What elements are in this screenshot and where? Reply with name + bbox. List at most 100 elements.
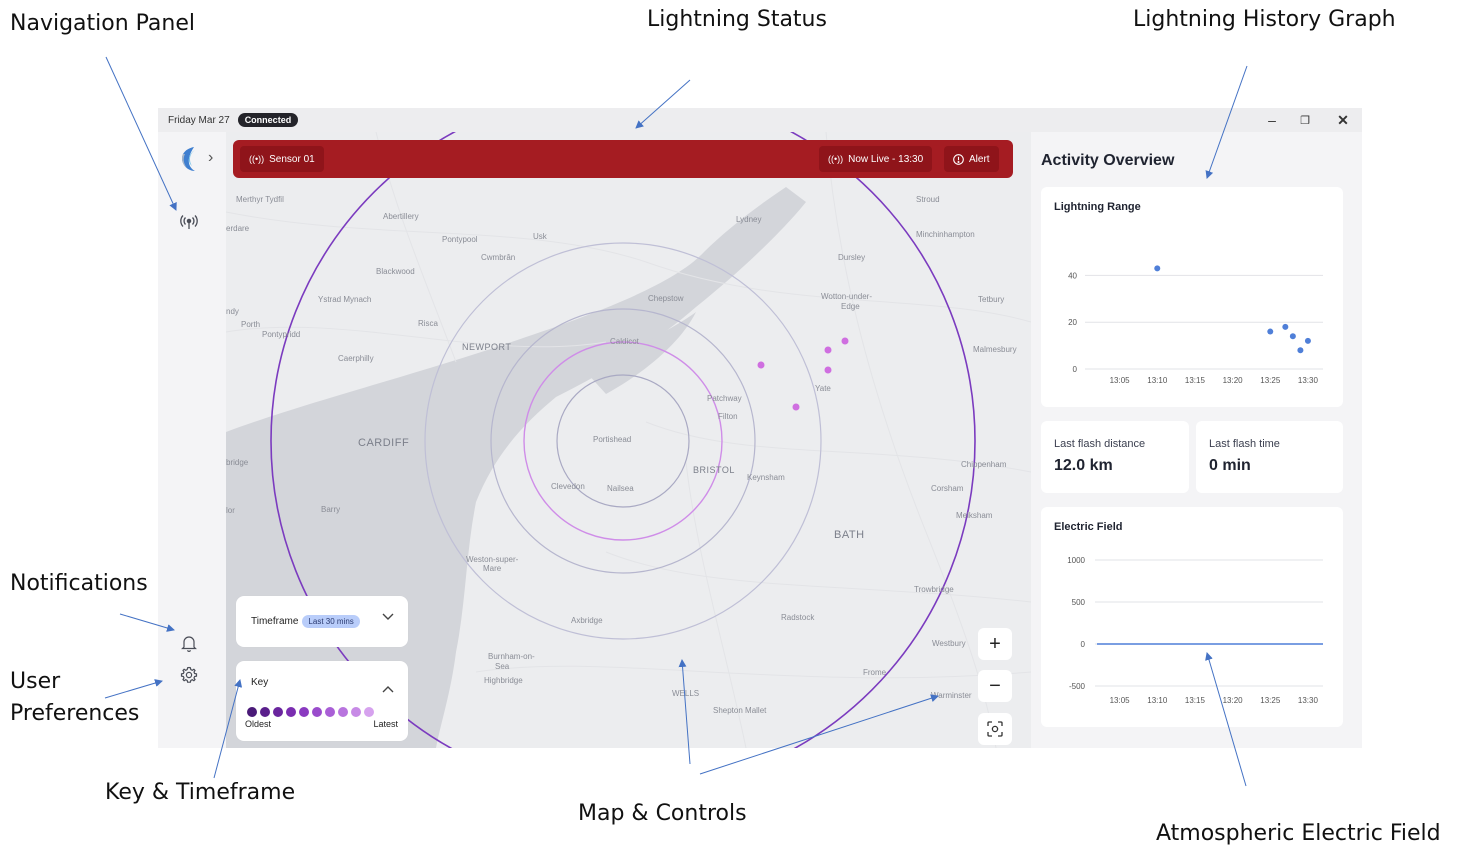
electric-field-chart: 1000 500 0 -500 13:05 13:10 13:15 13:20 13:25 13:…: [1067, 556, 1323, 705]
x-tick-label: 13:10: [1147, 696, 1168, 705]
place-label: Blackwood: [376, 267, 415, 276]
place-label: WELLS: [672, 689, 700, 698]
gear-icon[interactable]: [178, 664, 200, 686]
place-label: Usk: [533, 232, 547, 241]
key-color-dot: [325, 707, 335, 717]
data-point: [1282, 323, 1289, 330]
place-label: Merthyr Tydfil: [236, 195, 284, 204]
live-status-button[interactable]: ((•)) Now Live - 13:30: [819, 146, 933, 172]
place-label: Westbury: [932, 639, 966, 648]
place-label: NEWPORT: [462, 342, 512, 352]
alert-icon: [953, 153, 964, 165]
place-label: ndy: [226, 307, 239, 316]
annotation-key-timeframe: Key & Timeframe: [105, 780, 296, 805]
strike-marker: [792, 403, 800, 411]
timeframe-label: Timeframe: [251, 616, 299, 627]
live-status-label: Now Live - 13:30: [848, 153, 924, 165]
lightning-map[interactable]: Merthyr Tydfil Abertillery Pontypool Usk…: [226, 132, 1031, 748]
chevron-up-icon[interactable]: [382, 680, 394, 698]
place-label: Minchinhampton: [916, 230, 975, 239]
key-color-dot: [299, 707, 309, 717]
place-label: Lydney: [736, 215, 762, 224]
recenter-button[interactable]: [978, 713, 1012, 745]
alert-button[interactable]: Alert: [944, 146, 999, 172]
place-label: Mare: [483, 564, 502, 573]
x-tick-label: 13:05: [1110, 696, 1131, 705]
title-bar: Friday Mar 27 Connected – ❐ ✕: [158, 108, 1362, 132]
last-flash-time-value: 0 min: [1209, 457, 1251, 474]
place-label: lor: [226, 506, 235, 515]
annotation-navigation-panel: Navigation Panel: [10, 11, 196, 36]
place-label: Keynsham: [747, 473, 785, 482]
x-tick-label: 13:25: [1260, 376, 1281, 385]
close-button[interactable]: ✕: [1324, 108, 1362, 132]
key-color-dot: [286, 707, 296, 717]
strike-marker: [841, 337, 849, 345]
y-tick-label: 40: [1068, 271, 1077, 280]
y-tick-label: -500: [1069, 682, 1086, 691]
place-label: Portishead: [593, 435, 632, 444]
place-label: Caerphilly: [338, 354, 374, 363]
antenna-icon[interactable]: [178, 212, 200, 234]
data-point: [1267, 328, 1274, 335]
zoom-out-button[interactable]: −: [978, 670, 1012, 702]
arrow-user-preferences: [104, 679, 163, 699]
key-color-dot: [273, 707, 283, 717]
y-tick-label: 20: [1068, 318, 1077, 327]
date-label: Friday Mar 27: [168, 114, 230, 126]
x-tick-label: 13:05: [1110, 376, 1131, 385]
app-logo-icon[interactable]: [178, 146, 200, 172]
maximize-button[interactable]: ❐: [1286, 108, 1324, 132]
alert-label: Alert: [969, 153, 990, 165]
zoom-in-button[interactable]: +: [978, 628, 1012, 660]
key-color-dot: [312, 707, 322, 717]
bell-icon[interactable]: [178, 632, 200, 654]
key-color-dot: [260, 707, 270, 717]
place-label: Burnham-on-: [488, 652, 535, 661]
place-label: Wotton-under-: [821, 292, 872, 301]
connection-status-badge: Connected: [237, 113, 299, 127]
sensor-button[interactable]: ((•)) Sensor 01: [240, 146, 324, 172]
data-point: [1289, 333, 1296, 340]
key-title: Key: [251, 677, 269, 688]
place-label: Risca: [418, 319, 439, 328]
annotation-lightning-history-graph: Lightning History Graph: [1133, 7, 1396, 32]
sensor-label: Sensor 01: [269, 153, 315, 165]
y-tick-label: 0: [1081, 640, 1086, 649]
x-tick-label: 13:15: [1185, 696, 1206, 705]
x-tick-label: 13:30: [1298, 376, 1319, 385]
place-label: Pontypridd: [262, 330, 301, 339]
place-label: Dursley: [838, 253, 866, 262]
x-tick-label: 13:10: [1147, 376, 1168, 385]
strike-marker: [824, 366, 832, 374]
place-label: Trowbridge: [914, 585, 954, 594]
last-flash-time-card: Last flash time 0 min: [1196, 421, 1343, 493]
place-label: Sea: [495, 662, 510, 671]
annotation-user-preferences-line2: Preferences: [10, 701, 140, 726]
place-label: Patchway: [707, 394, 742, 403]
app-window: Friday Mar 27 Connected – ❐ ✕ › Merthyr …: [158, 108, 1362, 748]
expand-sidebar-button[interactable]: ›: [208, 149, 213, 167]
timeframe-panel[interactable]: Timeframe Last 30 mins: [236, 596, 408, 647]
recenter-icon: [987, 721, 1003, 737]
place-label: Barry: [321, 505, 341, 514]
annotation-notifications: Notifications: [10, 571, 148, 596]
annotation-user-preferences-line1: User: [10, 669, 61, 694]
timeframe-selected-pill[interactable]: Last 30 mins: [302, 615, 360, 628]
place-label: Weston-super-: [466, 555, 519, 564]
antenna-icon: ((•)): [249, 154, 265, 164]
place-label: Chepstow: [648, 294, 684, 303]
place-label: Caldicot: [610, 337, 639, 346]
place-label: Clevedon: [551, 482, 585, 491]
activity-overview-title: Activity Overview: [1041, 152, 1175, 169]
y-tick-label: 500: [1072, 598, 1086, 607]
place-label: bridge: [226, 458, 249, 467]
chevron-down-icon[interactable]: [382, 613, 394, 624]
place-label: Nailsea: [607, 484, 634, 493]
strike-marker: [824, 346, 832, 354]
place-label: Tetbury: [978, 295, 1005, 304]
data-point: [1304, 337, 1311, 344]
lightning-range-card: Lightning Range 0 20 40 13:05 13:10 13:15 13:2…: [1041, 187, 1343, 407]
key-color-dot: [364, 707, 374, 717]
y-tick-label: 1000: [1067, 556, 1085, 565]
